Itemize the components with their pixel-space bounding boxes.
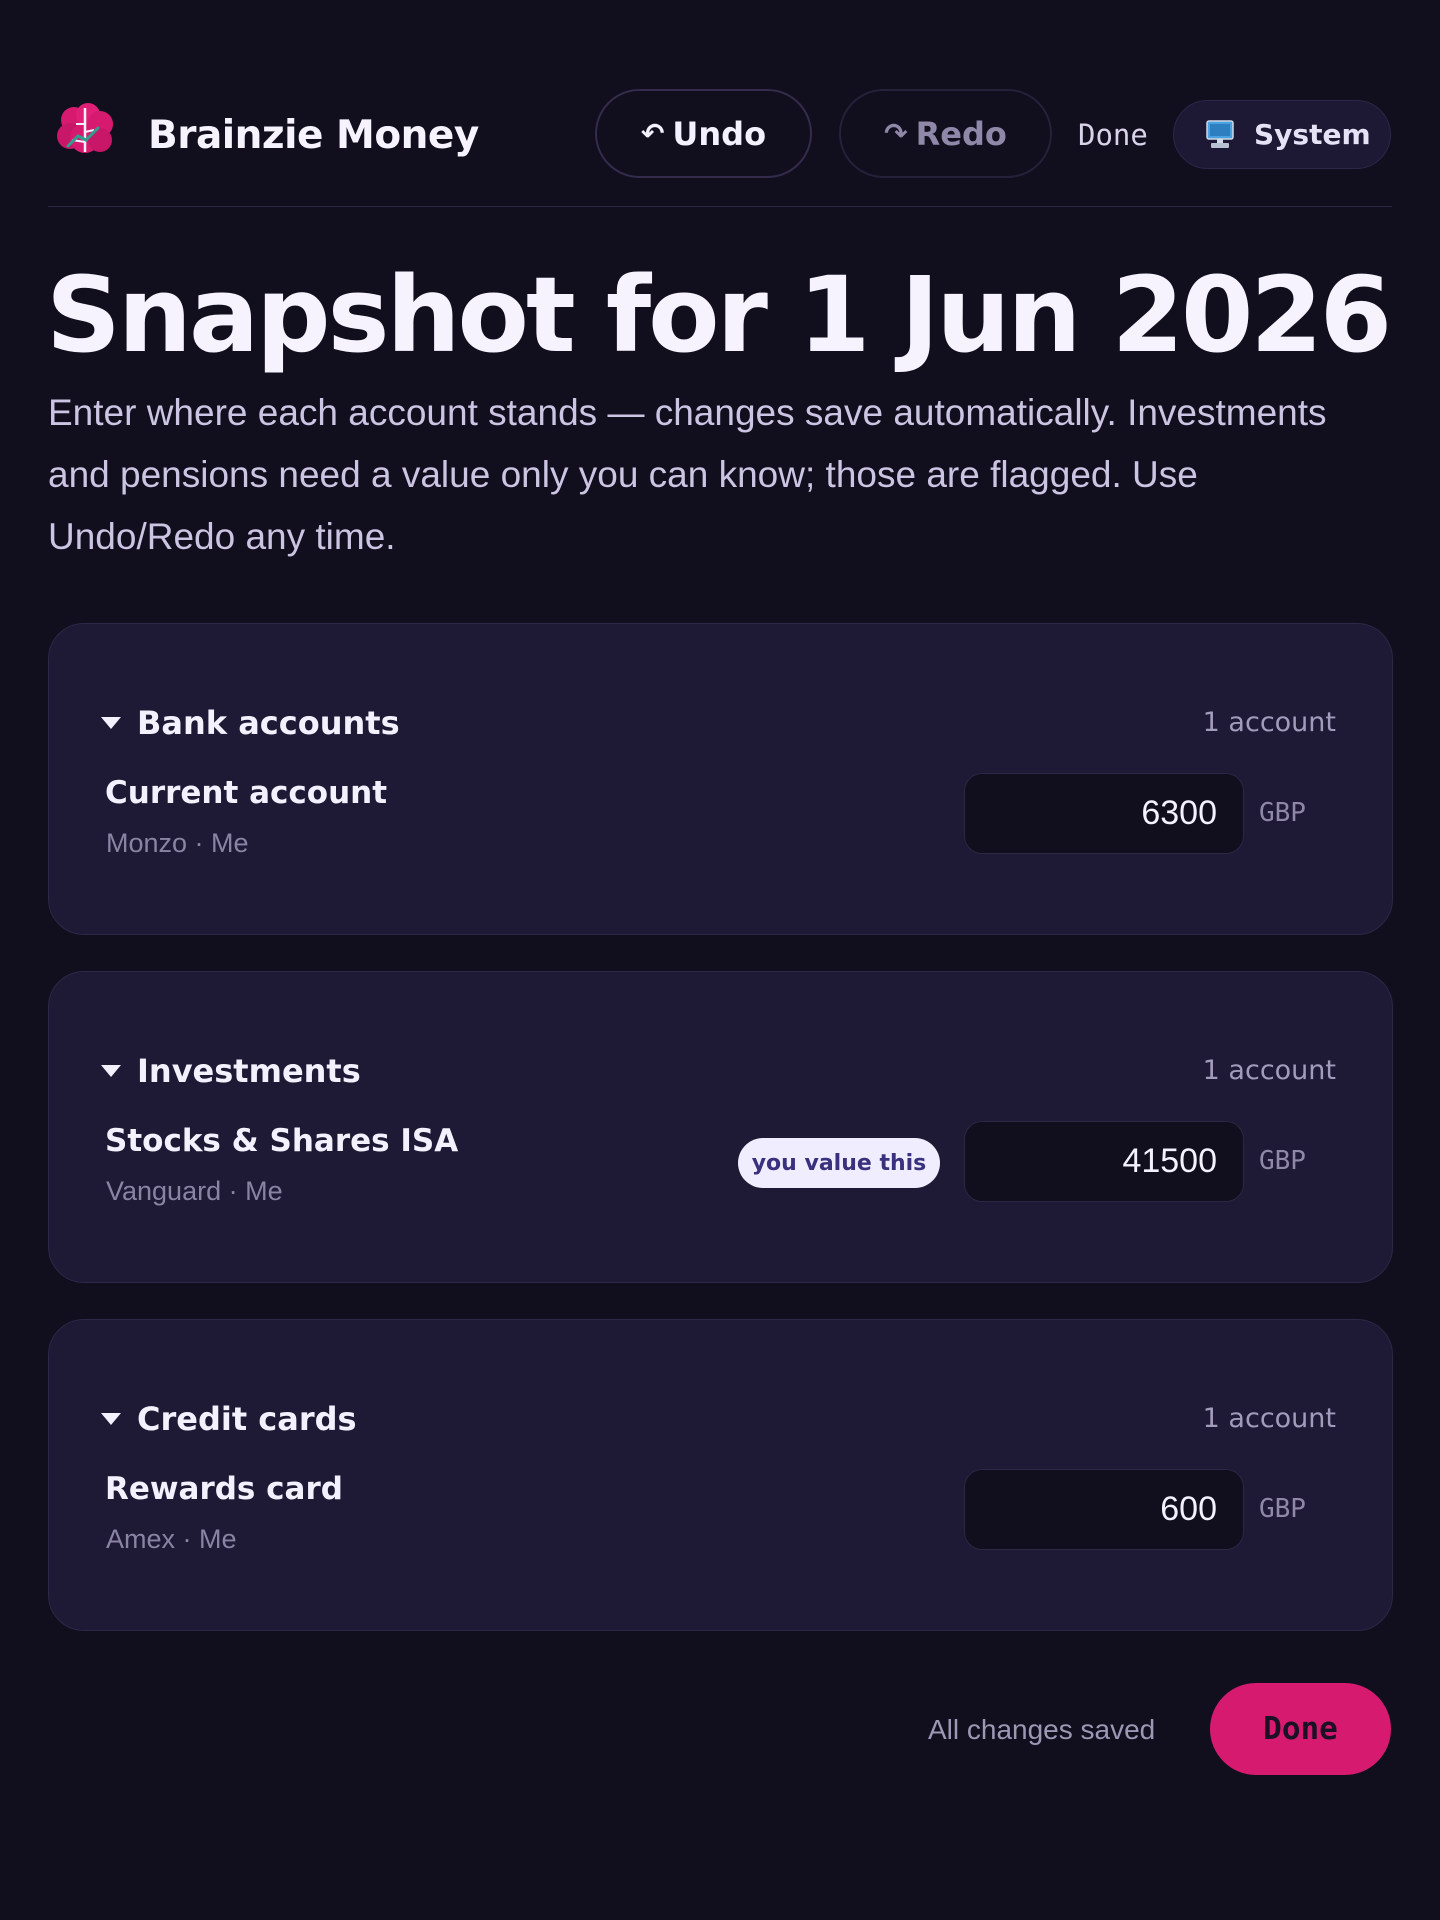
group-count: 1 account (1202, 1055, 1336, 1086)
group-count: 1 account (1202, 1403, 1336, 1434)
undo-icon: ↶ (640, 117, 665, 150)
account-name: Stocks & Shares ISA (105, 1123, 459, 1159)
caret-down-icon (101, 1413, 121, 1425)
monitor-icon (1206, 119, 1234, 148)
group-toggle-bank-accounts[interactable]: Bank accounts (101, 704, 400, 742)
redo-button[interactable]: ↷ Redo (839, 89, 1052, 178)
group-toggle-credit-cards[interactable]: Credit cards (101, 1400, 357, 1438)
top-bar: Brainzie Money ↶ Undo ↷ Redo Done System (48, 0, 1392, 207)
page-intro: Enter where each account stands — change… (48, 392, 1327, 557)
currency-label: GBP (1259, 798, 1306, 828)
done-link[interactable]: Done (1078, 118, 1148, 152)
done-button[interactable]: Done (1210, 1683, 1391, 1775)
manual-value-badge: you value this (738, 1138, 940, 1188)
group-toggle-investments[interactable]: Investments (101, 1052, 361, 1090)
balance-input[interactable]: 6300 (964, 773, 1244, 854)
snapshot-page: Brainzie Money ↶ Undo ↷ Redo Done System… (0, 0, 1440, 1920)
caret-down-icon (101, 717, 121, 729)
undo-label: Undo (672, 114, 767, 153)
group-title: Investments (137, 1052, 361, 1090)
group-title: Credit cards (137, 1400, 357, 1438)
balance-input[interactable]: 41500 (964, 1121, 1244, 1202)
save-status: All changes saved (928, 1714, 1156, 1745)
group-count: 1 account (1202, 707, 1336, 738)
currency-label: GBP (1259, 1494, 1306, 1524)
account-provider: Amex · Me (106, 1524, 237, 1554)
account-provider: Vanguard · Me (106, 1176, 283, 1206)
account-name: Current account (105, 775, 388, 811)
account-name: Rewards card (105, 1471, 343, 1507)
group-card-investments: Investments 1 account Stocks & Shares IS… (48, 971, 1393, 1283)
page-title: Snapshot for 1 Jun 2026 (46, 254, 1392, 376)
caret-down-icon (101, 1065, 121, 1077)
group-card-bank-accounts: Bank accounts 1 account Current account … (48, 623, 1393, 935)
account-provider: Monzo · Me (106, 828, 249, 858)
currency-label: GBP (1259, 1146, 1306, 1176)
group-card-credit-cards: Credit cards 1 account Rewards card Amex… (48, 1319, 1393, 1631)
brain-logo-icon[interactable] (54, 102, 116, 158)
theme-label: System (1254, 118, 1371, 151)
redo-icon: ↷ (884, 117, 908, 150)
theme-toggle-button[interactable]: System (1173, 100, 1391, 169)
undo-button[interactable]: ↶ Undo (595, 89, 812, 178)
balance-input[interactable]: 600 (964, 1469, 1244, 1550)
group-title: Bank accounts (137, 704, 400, 742)
redo-label: Redo (915, 114, 1007, 153)
app-title: Brainzie Money (148, 113, 479, 158)
